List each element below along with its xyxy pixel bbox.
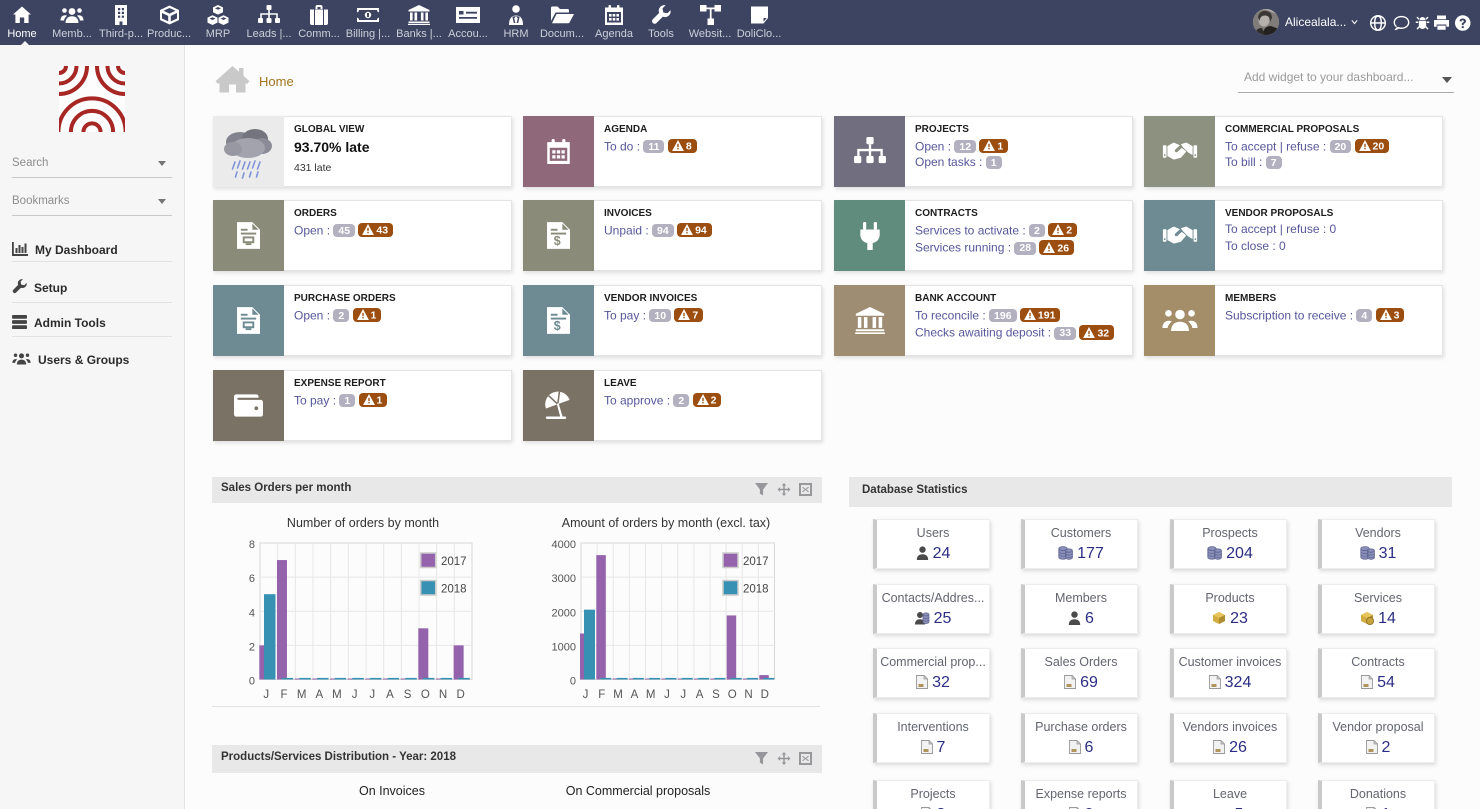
svg-text:D: D xyxy=(456,689,464,701)
svg-text:M: M xyxy=(297,689,307,701)
svg-text:D: D xyxy=(761,689,769,701)
svg-text:O: O xyxy=(728,689,737,701)
svg-text:F: F xyxy=(280,689,287,701)
svg-text:F: F xyxy=(598,689,605,701)
svg-text:M: M xyxy=(332,689,342,701)
svg-text:O: O xyxy=(421,689,430,701)
svg-text:2018: 2018 xyxy=(441,584,467,596)
svg-text:A: A xyxy=(631,689,639,701)
svg-text:J: J xyxy=(664,689,670,701)
svg-text:4000: 4000 xyxy=(552,539,576,551)
svg-text:2017: 2017 xyxy=(743,556,769,568)
svg-text:2: 2 xyxy=(249,641,255,653)
svg-text:Amount of orders by month (exc: Amount of orders by month (excl. tax) xyxy=(562,516,770,530)
svg-text:J: J xyxy=(583,689,589,701)
svg-text:Number of orders by month: Number of orders by month xyxy=(287,516,439,530)
svg-text:J: J xyxy=(352,689,358,701)
svg-text:J: J xyxy=(263,689,269,701)
svg-text:A: A xyxy=(696,689,704,701)
svg-text:2017: 2017 xyxy=(441,556,467,568)
svg-text:0: 0 xyxy=(249,676,255,688)
svg-text:J: J xyxy=(369,689,375,701)
svg-text:N: N xyxy=(439,689,447,701)
svg-text:A: A xyxy=(386,689,394,701)
svg-text:1000: 1000 xyxy=(552,641,576,653)
svg-text:N: N xyxy=(744,689,752,701)
svg-text:$: $ xyxy=(554,234,561,248)
svg-text:2000: 2000 xyxy=(552,607,576,619)
svg-text:A: A xyxy=(315,689,323,701)
svg-text:M: M xyxy=(613,689,623,701)
svg-text:3000: 3000 xyxy=(552,573,576,585)
svg-text:J: J xyxy=(680,689,686,701)
svg-text:M: M xyxy=(646,689,656,701)
svg-text:4: 4 xyxy=(249,607,255,619)
svg-text:$: $ xyxy=(554,319,561,333)
svg-text:6: 6 xyxy=(249,573,255,585)
svg-text:8: 8 xyxy=(249,539,255,551)
svg-text:S: S xyxy=(404,689,412,701)
svg-text:S: S xyxy=(712,689,720,701)
svg-text:0: 0 xyxy=(570,676,576,688)
svg-text:2018: 2018 xyxy=(743,584,769,596)
